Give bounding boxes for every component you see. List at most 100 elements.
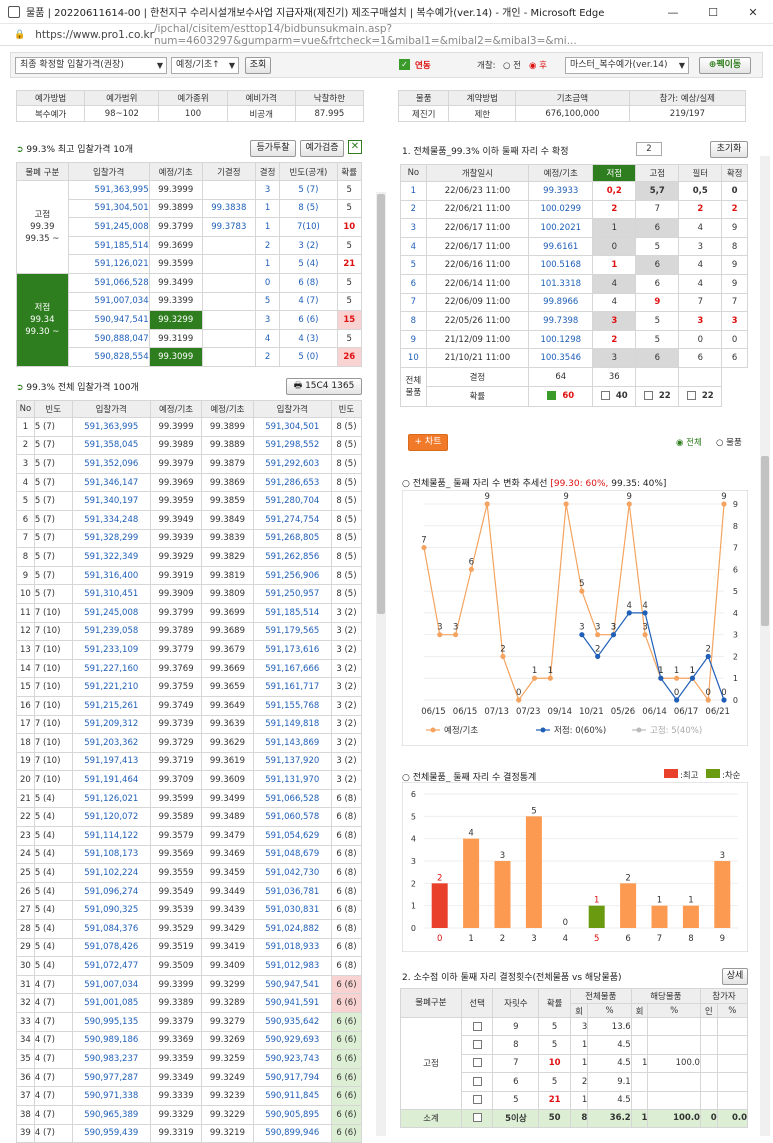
table-row[interactable]: 18 7 (10) 591,203,362 99.3729 99.3629 591,143… (16, 733, 363, 753)
table-row[interactable]: 55 (7) 591,340,197 99.3959 99.3859 591,280,7… (16, 491, 363, 511)
base-select[interactable]: 예정/기초↑ ▼ (171, 57, 239, 74)
table-row[interactable]: 35 (7) 591,352,096 99.3979 99.3879 591,292,6… (16, 454, 363, 474)
checkbox[interactable] (686, 391, 696, 401)
excel-icon[interactable]: ✕ (348, 140, 362, 154)
table-row[interactable]: 34 4 (7) 590,989,186 99.3369 99.3269 590,929,… (16, 1030, 363, 1051)
prob-cell[interactable]: 60 (528, 385, 594, 407)
table-row[interactable]: 19 7 (10) 591,197,413 99.3719 99.3619 591,137… (16, 751, 363, 772)
checkbox[interactable] (472, 1113, 482, 1123)
scroll-thumb[interactable] (377, 194, 385, 614)
table-row[interactable]: 22 5 (4) 591,120,072 99.3589 99.3489 591,060,… (16, 807, 363, 828)
table-row[interactable]: 16 7 (10) 591,215,261 99.3749 99.3649 591,155… (16, 695, 363, 716)
maximize-icon[interactable]: ☐ (693, 0, 733, 24)
table-row[interactable]: 저점 99.34 99.30 ~591,066,528 99.3499 0 6 (8) 5 (16, 272, 362, 367)
move-button[interactable]: ⊕펙이동 (699, 57, 751, 74)
radio-before[interactable]: ○ 전 (503, 59, 521, 71)
equal-bid-button[interactable]: 등가투찰 (250, 140, 296, 157)
table-row[interactable]: 4 22/06/17 11:00 99.6161 0 5 3 8 (400, 236, 748, 257)
table-row[interactable]: 10 21/10/21 11:00 100.3546 3 6 6 6 (400, 348, 748, 368)
checkbox[interactable] (472, 1021, 482, 1031)
select-cell[interactable] (460, 1072, 494, 1092)
prob-cell[interactable]: 40 (592, 385, 637, 407)
table-row[interactable]: 15 (7) 591,363,995 99.3999 99.3899 591,304,5… (16, 417, 363, 437)
prob-cell[interactable]: 22 (678, 385, 723, 407)
table-row[interactable]: 20 7 (10) 591,191,464 99.3709 99.3609 591,131… (16, 770, 363, 790)
table-row[interactable]: 9 21/12/09 11:00 100.1298 2 5 0 0 (400, 329, 748, 350)
table-row[interactable]: 65 (7) 591,334,248 99.3949 99.3849 591,274,7… (16, 509, 363, 530)
table-row[interactable]: 591,185,514 99.3699 2 3 (2) 5 (17, 235, 362, 256)
radio-after[interactable]: ◉ 후 (529, 59, 547, 71)
master-select[interactable]: 마스터_복수예가(ver.14) ▼ (565, 57, 689, 74)
table-row[interactable]: 17 7 (10) 591,209,312 99.3739 99.3639 591,149… (16, 714, 363, 735)
table-row[interactable]: 590,888,047 99.3199 4 4 (3) 5 (17, 328, 362, 349)
table-row[interactable]: 1 22/06/23 11:00 99.3933 0,2 5,7 0,5 0 (400, 181, 748, 201)
table-row[interactable]: 590,828,554 99.3099 2 5 (0) 26 (17, 347, 362, 367)
table-row[interactable]: 14 7 (10) 591,227,160 99.3769 99.3669 591,167… (16, 658, 363, 679)
checkbox[interactable] (643, 391, 653, 401)
table-row[interactable]: 590,947,541 99.3299 3 6 (6) 15 (17, 310, 362, 330)
table-row[interactable]: 36 4 (7) 590,977,287 99.3349 99.3249 590,917,… (16, 1067, 363, 1088)
table-row[interactable]: 11 7 (10) 591,245,008 99.3799 99.3699 591,185… (16, 602, 363, 623)
scroll-thumb[interactable] (761, 456, 769, 626)
table-row[interactable]: 591,126,021 99.3599 1 5 (4) 21 (17, 254, 362, 274)
right-scrollbar[interactable] (760, 156, 770, 1136)
checkbox[interactable] (472, 1095, 482, 1105)
table-row[interactable]: 7 22/06/09 11:00 99.8966 4 9 7 7 (400, 292, 748, 313)
table-row[interactable]: 5 22/06/16 11:00 100.5168 1 6 4 9 (400, 255, 748, 275)
address-bar[interactable]: 🔒 https://www.pro1.co.kr/ipchal/cisitem/… (0, 23, 773, 47)
table-row[interactable]: 32 4 (7) 591,001,085 99.3389 99.3289 590,941,… (16, 993, 363, 1013)
table-row[interactable]: 25 5 (4) 591,102,224 99.3559 99.3459 591,042,… (16, 863, 363, 883)
table-row[interactable]: 591,304,501 99.3899 99.3838 1 8 (5) 5 (17, 198, 362, 219)
table-row[interactable]: 고점 9 5 3 13.6 (400, 1016, 749, 1110)
table-row[interactable]: 23 5 (4) 591,114,122 99.3579 99.3479 591,054,… (16, 826, 363, 846)
radio-item[interactable]: ○ 물품 (716, 436, 742, 448)
table-row[interactable]: 45 (7) 591,346,147 99.3969 99.3869 591,286,6… (16, 472, 363, 493)
table-row[interactable]: 35 4 (7) 590,983,237 99.3359 99.3259 590,923,… (16, 1049, 363, 1069)
table-row[interactable]: 39 4 (7) 590,959,439 99.3319 99.3219 590,899,… (16, 1123, 363, 1143)
table-row[interactable]: 29 5 (4) 591,078,426 99.3519 99.3419 591,018,… (16, 937, 363, 958)
table-row[interactable]: 31 4 (7) 591,007,034 99.3399 99.3299 590,947,… (16, 974, 363, 995)
table-row[interactable]: 75 (7) 591,328,299 99.3939 99.3839 591,268,8… (16, 528, 363, 549)
table-row[interactable]: 6 22/06/14 11:00 101.3318 4 6 4 9 (400, 273, 748, 294)
search-button[interactable]: 조회 (245, 57, 271, 74)
minimize-icon[interactable]: — (653, 0, 693, 24)
table-row[interactable]: 8 22/05/26 11:00 99.7398 3 5 3 3 (400, 311, 748, 331)
table-row[interactable]: 25 (7) 591,358,045 99.3989 99.3889 591,298,5… (16, 435, 363, 456)
checkbox[interactable] (472, 1076, 482, 1086)
select-cell[interactable] (460, 1090, 494, 1110)
table-row[interactable]: 591,245,008 99.3799 99.3783 1 7(10) 10 (17, 217, 362, 237)
print-combination-button[interactable]: 🖶 15C4 1365 (286, 378, 362, 395)
table-row[interactable]: 24 5 (4) 591,108,173 99.3569 99.3469 591,048,… (16, 844, 363, 865)
table-row[interactable]: 591,007,034 99.3399 5 4 (7) 5 (17, 291, 362, 312)
table-row[interactable]: 85 (7) 591,322,349 99.3929 99.3829 591,262,8… (16, 547, 363, 567)
select-cell[interactable] (460, 1108, 494, 1128)
table-row[interactable]: 21 5 (4) 591,126,021 99.3599 99.3499 591,066,… (16, 788, 363, 809)
checkbox[interactable] (547, 391, 557, 401)
table-row[interactable]: 27 5 (4) 591,090,325 99.3539 99.3439 591,030,… (16, 900, 363, 921)
table-row[interactable]: 33 4 (7) 590,995,135 99.3379 99.3279 590,935,… (16, 1012, 363, 1032)
table-row[interactable]: 28 5 (4) 591,084,376 99.3529 99.3429 591,024,… (16, 919, 363, 939)
select-cell[interactable] (460, 1035, 494, 1055)
table-row[interactable]: 고점 99.39 99.35 ~591,363,995 99.3999 3 5 (7) 5 (16, 180, 362, 274)
table-row[interactable]: 13 7 (10) 591,233,109 99.3779 99.3679 591,173… (16, 640, 363, 660)
table-row[interactable]: 2 22/06/21 11:00 100.0299 2 7 2 2 (400, 199, 748, 220)
table-row[interactable]: 26 5 (4) 591,096,274 99.3549 99.3449 591,036,… (16, 881, 363, 902)
table-row[interactable]: 3 22/06/17 11:00 100.2021 1 6 4 9 (400, 218, 748, 238)
table-row[interactable]: 37 4 (7) 590,971,338 99.3339 99.3239 590,911,… (16, 1086, 363, 1106)
digit-input[interactable]: 2 (636, 142, 662, 156)
select-cell[interactable] (460, 1016, 494, 1037)
mode-select[interactable]: 최종 확정할 입찰가격(권장) ▼ (15, 57, 167, 74)
checkbox[interactable] (472, 1058, 482, 1068)
table-row[interactable]: 38 4 (7) 590,965,389 99.3329 99.3229 590,905,… (16, 1104, 363, 1125)
prob-cell[interactable]: 22 (635, 385, 680, 407)
table-row[interactable]: 10 5 (7) 591,310,451 99.3909 99.3809 591,250,… (16, 584, 363, 604)
left-scrollbar[interactable] (376, 192, 386, 1136)
select-cell[interactable] (460, 1053, 494, 1074)
checkbox[interactable] (472, 1040, 482, 1050)
radio-all[interactable]: ◉ 전체 (676, 436, 702, 448)
table-row[interactable]: 30 5 (4) 591,072,477 99.3509 99.3409 591,012,… (16, 956, 363, 976)
verify-button[interactable]: 예가검증 (300, 140, 344, 157)
reset-button[interactable]: 초기화 (710, 141, 748, 158)
close-icon[interactable]: ✕ (733, 0, 773, 24)
table-row[interactable]: 12 7 (10) 591,239,058 99.3789 99.3689 591,179… (16, 621, 363, 642)
